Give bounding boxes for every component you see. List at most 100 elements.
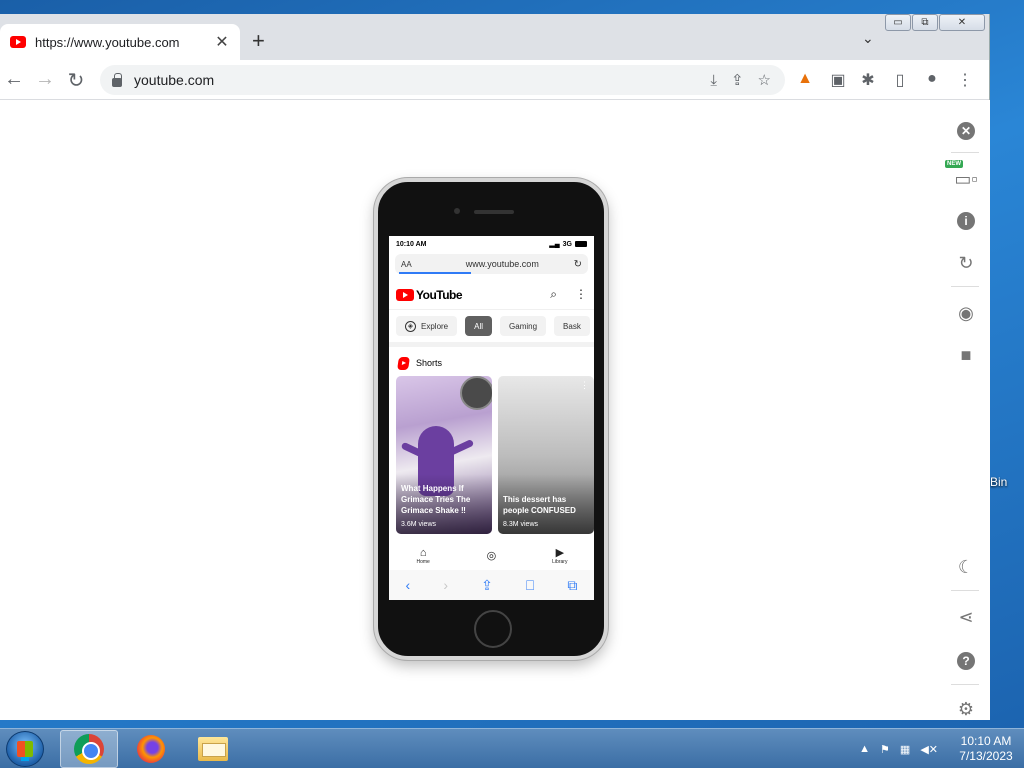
network-icon[interactable]: ▦ — [900, 743, 910, 756]
page-content: 10:10 AM ▂▄ 3G AA www.youtube.com ↻ YouT… — [0, 100, 990, 720]
short-card[interactable]: What Happens If Grimace Tries The Grimac… — [396, 376, 492, 534]
shorts-header: Shorts — [389, 350, 594, 376]
minimize-button[interactable]: ▭ — [885, 14, 911, 31]
taskbar-chrome[interactable] — [60, 730, 118, 768]
nav-home-label: Home — [416, 559, 430, 565]
new-badge: NEW — [945, 160, 963, 168]
short-card[interactable]: ⋮ This dessert has people CONFUSED 8.3M … — [498, 376, 594, 534]
back-button[interactable]: ← — [2, 68, 26, 91]
extension-mobile-icon[interactable]: ▣ — [828, 70, 848, 90]
profile-avatar-icon[interactable]: ● — [922, 70, 942, 88]
status-time: 10:10 AM — [396, 240, 427, 248]
divider — [951, 684, 979, 685]
extension-color-icon[interactable]: ▲ — [795, 70, 815, 88]
chip-explore[interactable]: ◈ Explore — [396, 316, 458, 336]
short-title: What Happens If Grimace Tries The Grimac… — [401, 484, 471, 515]
shorts-title: Shorts — [416, 358, 443, 368]
short-views: 8.3M views — [503, 521, 539, 528]
short-menu-icon[interactable]: ⋮ — [580, 380, 589, 391]
shorts-icon — [397, 356, 410, 370]
network-label: 3G — [562, 240, 572, 248]
search-icon[interactable]: ⌕ — [550, 287, 557, 302]
safari-toolbar: ‹ › ⇪ ⎕ ⧉ — [389, 570, 594, 600]
close-panel-icon[interactable]: ✕ — [955, 120, 977, 142]
new-tab-button[interactable]: + — [252, 28, 265, 54]
safari-reload-icon[interactable]: ↻ — [574, 259, 582, 270]
phone-status-bar: 10:10 AM ▂▄ 3G — [389, 236, 594, 252]
taskbar-firefox[interactable] — [122, 730, 180, 768]
browser-menu-icon[interactable]: ⋮ — [955, 70, 975, 90]
restore-button[interactable]: ⧉ — [912, 14, 938, 31]
system-tray: ▲ ⚑ ▦ ◀✕ 10:10 AM 7/13/2023 — [859, 729, 1024, 768]
chrome-icon — [74, 734, 104, 764]
lock-icon[interactable] — [112, 72, 122, 87]
tab-list-chevron-icon[interactable]: ⌄ — [862, 30, 874, 47]
phone-camera — [454, 208, 460, 214]
nav-home[interactable]: ⌂ Home — [403, 547, 443, 565]
nav-explore[interactable]: ◎ — [471, 550, 511, 562]
safari-tabs-icon[interactable]: ⧉ — [567, 577, 577, 594]
short-title: This dessert has people CONFUSED — [503, 495, 576, 515]
divider — [951, 286, 979, 287]
safari-forward-icon[interactable]: › — [443, 577, 448, 593]
action-center-flag-icon[interactable]: ⚑ — [880, 743, 890, 756]
chip-basketball[interactable]: Bask — [554, 316, 590, 336]
dark-mode-moon-icon[interactable]: ☾ — [955, 556, 977, 578]
chip-gaming[interactable]: Gaming — [500, 316, 547, 336]
safari-address-bar[interactable]: AA www.youtube.com ↻ — [395, 254, 588, 274]
share-icon[interactable]: ⋖ — [955, 606, 977, 628]
youtube-logo-text[interactable]: YouTube — [416, 288, 463, 302]
text-size-button[interactable]: AA — [401, 260, 431, 269]
signal-icon: ▂▄ — [549, 241, 560, 248]
bookmark-star-icon[interactable]: ☆ — [758, 71, 771, 89]
share-icon[interactable]: ⇪ — [731, 71, 744, 89]
volume-muted-icon[interactable]: ◀✕ — [920, 743, 938, 756]
close-window-button[interactable]: ✕ — [939, 14, 985, 31]
start-button[interactable] — [6, 731, 44, 767]
phone-home-button[interactable] — [474, 610, 512, 648]
address-bar[interactable]: youtube.com ⤓ ⇪ ☆ — [100, 65, 785, 95]
rotate-icon[interactable]: ↻ — [955, 252, 977, 274]
safari-share-icon[interactable]: ⇪ — [481, 577, 493, 594]
safari-bookmarks-icon[interactable]: ⎕ — [526, 577, 534, 594]
settings-gear-icon[interactable]: ⚙ — [955, 698, 977, 720]
recycle-bin-label[interactable]: Bin — [990, 475, 1007, 489]
extensions-puzzle-icon[interactable]: ✱ — [858, 70, 878, 90]
chip-all[interactable]: All — [465, 316, 493, 336]
safari-back-icon[interactable]: ‹ — [406, 577, 411, 593]
youtube-header: YouTube ⌕ ⋮ — [389, 280, 594, 310]
clock-time: 10:10 AM — [960, 734, 1012, 748]
clock[interactable]: 10:10 AM 7/13/2023 — [948, 734, 1024, 764]
emulator-side-panel: ✕ NEW ▭▫ i ↻ ◉ ■ ☾ ⋖ ? ⚙ — [945, 100, 985, 720]
record-video-icon[interactable]: ■ — [955, 344, 977, 366]
side-panel-icon[interactable]: ▯ — [890, 70, 910, 90]
home-icon: ⌂ — [419, 547, 427, 559]
browser-tab[interactable]: https://www.youtube.com ✕ — [0, 24, 240, 60]
more-options-icon[interactable]: ⋮ — [575, 287, 587, 302]
youtube-logo-icon[interactable] — [396, 288, 414, 301]
chip-label: Explore — [421, 321, 449, 331]
info-icon[interactable]: i — [955, 210, 977, 232]
clock-date: 7/13/2023 — [959, 749, 1013, 763]
compass-icon: ◎ — [486, 550, 497, 562]
screenshot-camera-icon[interactable]: ◉ — [955, 302, 977, 324]
tab-close-icon[interactable]: ✕ — [214, 32, 230, 52]
window-controls: ▭ ⧉ ✕ — [884, 14, 985, 31]
devices-icon[interactable]: ▭▫ — [954, 168, 977, 190]
phone-mockup: 10:10 AM ▂▄ 3G AA www.youtube.com ↻ YouT… — [374, 178, 608, 660]
forward-button[interactable]: → — [33, 68, 57, 91]
show-hidden-icons-icon[interactable]: ▲ — [859, 743, 870, 755]
overlay-circle — [460, 376, 492, 410]
taskbar-explorer[interactable] — [184, 730, 242, 768]
tab-title: https://www.youtube.com — [35, 34, 180, 50]
battery-icon — [575, 241, 587, 247]
safari-url[interactable]: www.youtube.com — [431, 259, 574, 269]
firefox-icon — [137, 735, 165, 763]
nav-library[interactable]: ▶ Library — [540, 547, 580, 565]
short-views: 3.6M views — [401, 521, 437, 528]
help-icon[interactable]: ? — [955, 650, 977, 672]
phone-speaker — [474, 210, 514, 214]
address-text[interactable]: youtube.com — [134, 72, 710, 88]
install-app-icon[interactable]: ⤓ — [710, 72, 717, 89]
reload-button[interactable]: ↻ — [64, 68, 88, 93]
